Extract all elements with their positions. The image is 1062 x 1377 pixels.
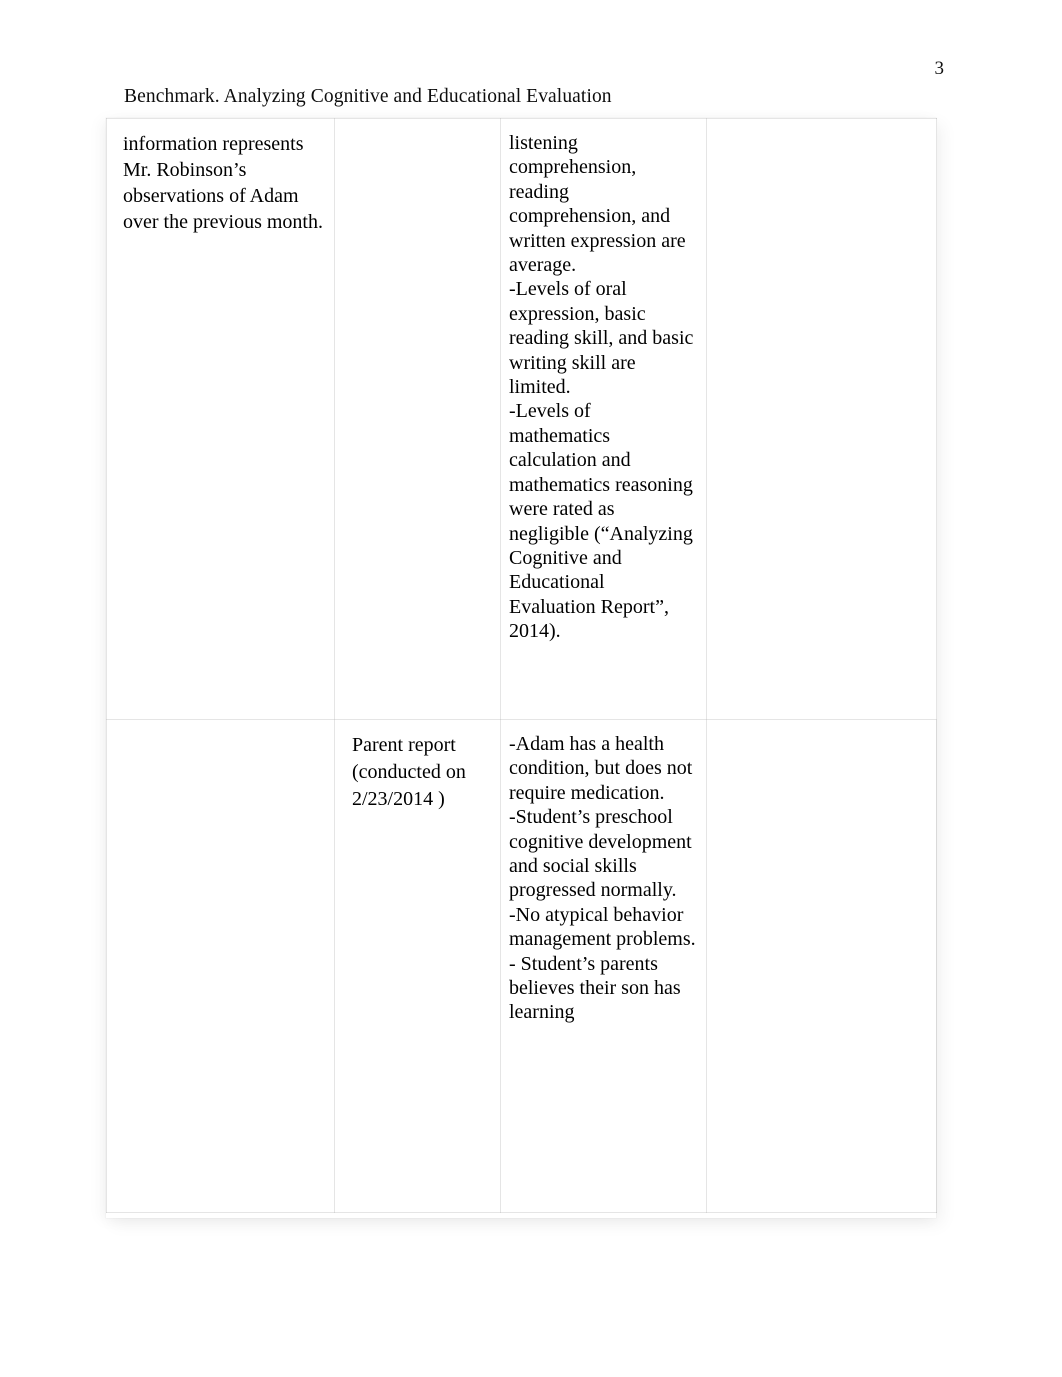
table-row: information represents Mr. Robinson’s ob… <box>106 118 937 720</box>
evaluation-data-table: information represents Mr. Robinson’s ob… <box>106 118 937 1213</box>
table-cell-findings: listening comprehension, reading compreh… <box>500 118 707 720</box>
cell-text: Parent report (conducted on 2/23/2014 ) <box>352 734 466 810</box>
table-cell-notes <box>706 118 937 720</box>
table-cell-findings: -Adam has a health condition, but does n… <box>500 719 707 1213</box>
table-cell-source-description: information represents Mr. Robinson’s ob… <box>106 118 335 720</box>
table-cell-notes <box>706 719 937 1213</box>
cell-text: information represents Mr. Robinson’s ob… <box>123 133 323 233</box>
page-number: 3 <box>934 58 945 79</box>
table-cell-source-description <box>106 719 335 1213</box>
cell-text: listening comprehension, reading compreh… <box>509 132 694 643</box>
table-cell-assessment-name: Parent report (conducted on 2/23/2014 ) <box>334 719 501 1213</box>
document-page: 3 Benchmark. Analyzing Cognitive and Edu… <box>0 0 1062 1377</box>
table-container: information represents Mr. Robinson’s ob… <box>106 118 937 1218</box>
table-row: Parent report (conducted on 2/23/2014 ) … <box>106 719 937 1213</box>
running-header-title: Benchmark. Analyzing Cognitive and Educa… <box>124 86 612 107</box>
cell-text: -Adam has a health condition, but does n… <box>509 733 696 1024</box>
table-cell-assessment-name <box>334 118 501 720</box>
